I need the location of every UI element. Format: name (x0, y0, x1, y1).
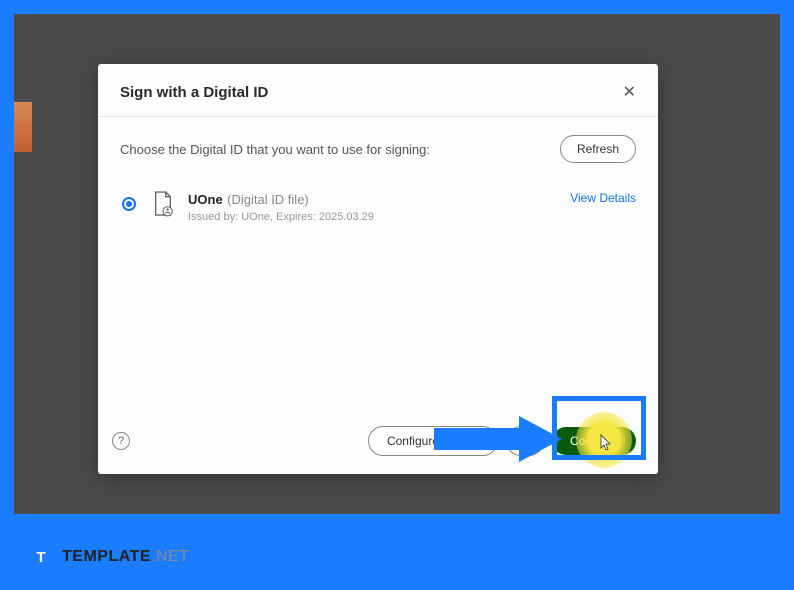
close-icon: ✕ (623, 84, 636, 101)
watermark-text: TEMPLATE.NET (62, 548, 189, 566)
digital-id-row[interactable]: UOne (Digital ID file) Issued by: UOne, … (120, 185, 636, 229)
radio-selected[interactable] (120, 195, 138, 213)
view-details-link[interactable]: View Details (570, 191, 636, 205)
help-icon: ? (118, 435, 124, 447)
digital-id-name: UOne (188, 192, 223, 207)
instruction-row: Choose the Digital ID that you want to u… (120, 135, 636, 163)
dialog-body: Choose the Digital ID that you want to u… (98, 117, 658, 412)
digital-id-meta: Issued by: UOne, Expires: 2025.03.29 (188, 211, 570, 223)
file-badge-icon (152, 191, 174, 217)
instruction-text: Choose the Digital ID that you want to u… (120, 142, 430, 157)
cancel-button[interactable]: Cancel (506, 426, 544, 456)
footer-buttons: Configure New Digital ID Cancel Continue (368, 426, 636, 456)
configure-new-id-button[interactable]: Configure New Digital ID (368, 426, 498, 456)
continue-wrap: Continue (552, 427, 636, 455)
digital-id-text: UOne (Digital ID file) Issued by: UOne, … (188, 191, 570, 223)
dialog-header: Sign with a Digital ID ✕ (98, 64, 658, 117)
continue-button[interactable]: Continue (552, 427, 636, 455)
digital-id-type: (Digital ID file) (227, 192, 309, 207)
app-background: Sign with a Digital ID ✕ Choose the Digi… (14, 14, 780, 514)
dialog-title: Sign with a Digital ID (120, 84, 268, 101)
refresh-button[interactable]: Refresh (560, 135, 636, 163)
dialog-footer: ? Configure New Digital ID Cancel Contin… (98, 412, 658, 474)
watermark-icon: T (28, 544, 54, 570)
help-button[interactable]: ? (112, 432, 130, 450)
close-button[interactable]: ✕ (623, 82, 636, 102)
sign-dialog: Sign with a Digital ID ✕ Choose the Digi… (98, 64, 658, 474)
watermark: T TEMPLATE.NET (28, 544, 189, 570)
background-artifact (14, 102, 32, 152)
